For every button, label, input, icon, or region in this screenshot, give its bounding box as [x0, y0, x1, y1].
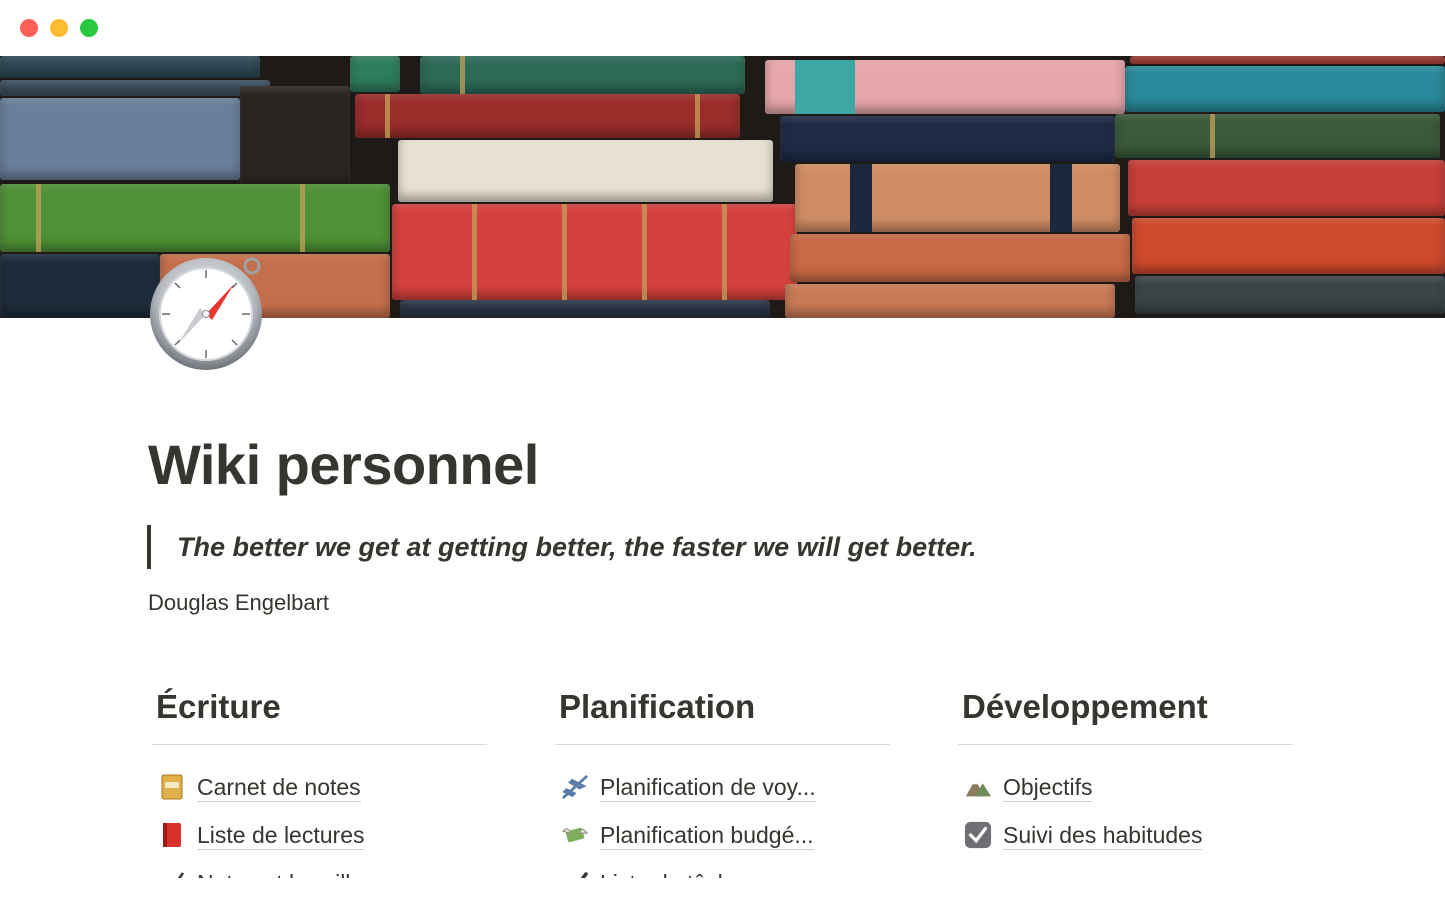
- page-link-liste-de-lectures[interactable]: Liste de lectures: [152, 811, 487, 859]
- page-link-label[interactable]: Liste de tâches: [600, 869, 755, 879]
- money-wings-icon: [561, 821, 589, 849]
- column-heading: Écriture: [152, 688, 487, 745]
- page-link-planification-de-voyage[interactable]: Planification de voy...: [555, 763, 890, 811]
- column-ecriture: Écriture Carnet de notes Liste de lectur…: [152, 688, 487, 878]
- page-link-suivi-des-habitudes[interactable]: Suivi des habitudes: [958, 811, 1293, 859]
- column-heading: Développement: [958, 688, 1293, 745]
- page-link-label[interactable]: Planification de voy...: [600, 773, 816, 802]
- close-window-button[interactable]: [20, 19, 38, 37]
- window-titlebar: [0, 0, 1445, 56]
- page-link-label[interactable]: Suivi des habitudes: [1003, 821, 1203, 850]
- page-link-objectifs[interactable]: Objectifs: [958, 763, 1293, 811]
- quote-block: The better we get at getting better, the…: [147, 525, 977, 569]
- page-link-label[interactable]: Carnet de notes: [197, 773, 361, 802]
- compass-icon[interactable]: [148, 254, 268, 374]
- page-link-planification-budgetaire[interactable]: Planification budgé...: [555, 811, 890, 859]
- notebook-icon: [158, 773, 186, 801]
- minimize-window-button[interactable]: [50, 19, 68, 37]
- page-link-label[interactable]: Notes et brouillons: [197, 869, 388, 879]
- page-link-notes-et-brouillons[interactable]: Notes et brouillons: [152, 859, 487, 878]
- column-planification: Planification Planification de voy... Pl…: [555, 688, 890, 878]
- checkbox-icon: [964, 821, 992, 849]
- check-mark-icon: [561, 869, 589, 878]
- airplane-icon: [561, 773, 589, 801]
- page-link-carnet-de-notes[interactable]: Carnet de notes: [152, 763, 487, 811]
- column-heading: Planification: [555, 688, 890, 745]
- quote-author[interactable]: Douglas Engelbart: [148, 590, 329, 616]
- column-developpement: Développement Objectifs Suivi des habitu…: [958, 688, 1293, 859]
- red-book-icon: [158, 821, 186, 849]
- page-link-label[interactable]: Objectifs: [1003, 773, 1093, 802]
- page-viewport: Wiki personnel The better we get at gett…: [0, 0, 1445, 878]
- quote-text[interactable]: The better we get at getting better, the…: [177, 532, 977, 563]
- page-link-label[interactable]: Planification budgé...: [600, 821, 814, 850]
- writing-hand-icon: [158, 869, 186, 878]
- page-link-label[interactable]: Liste de lectures: [197, 821, 365, 850]
- mountain-icon: [964, 773, 992, 801]
- page-title[interactable]: Wiki personnel: [148, 432, 539, 497]
- page-link-liste-de-taches[interactable]: Liste de tâches: [555, 859, 890, 878]
- zoom-window-button[interactable]: [80, 19, 98, 37]
- window-bottom-edge: [0, 878, 1445, 903]
